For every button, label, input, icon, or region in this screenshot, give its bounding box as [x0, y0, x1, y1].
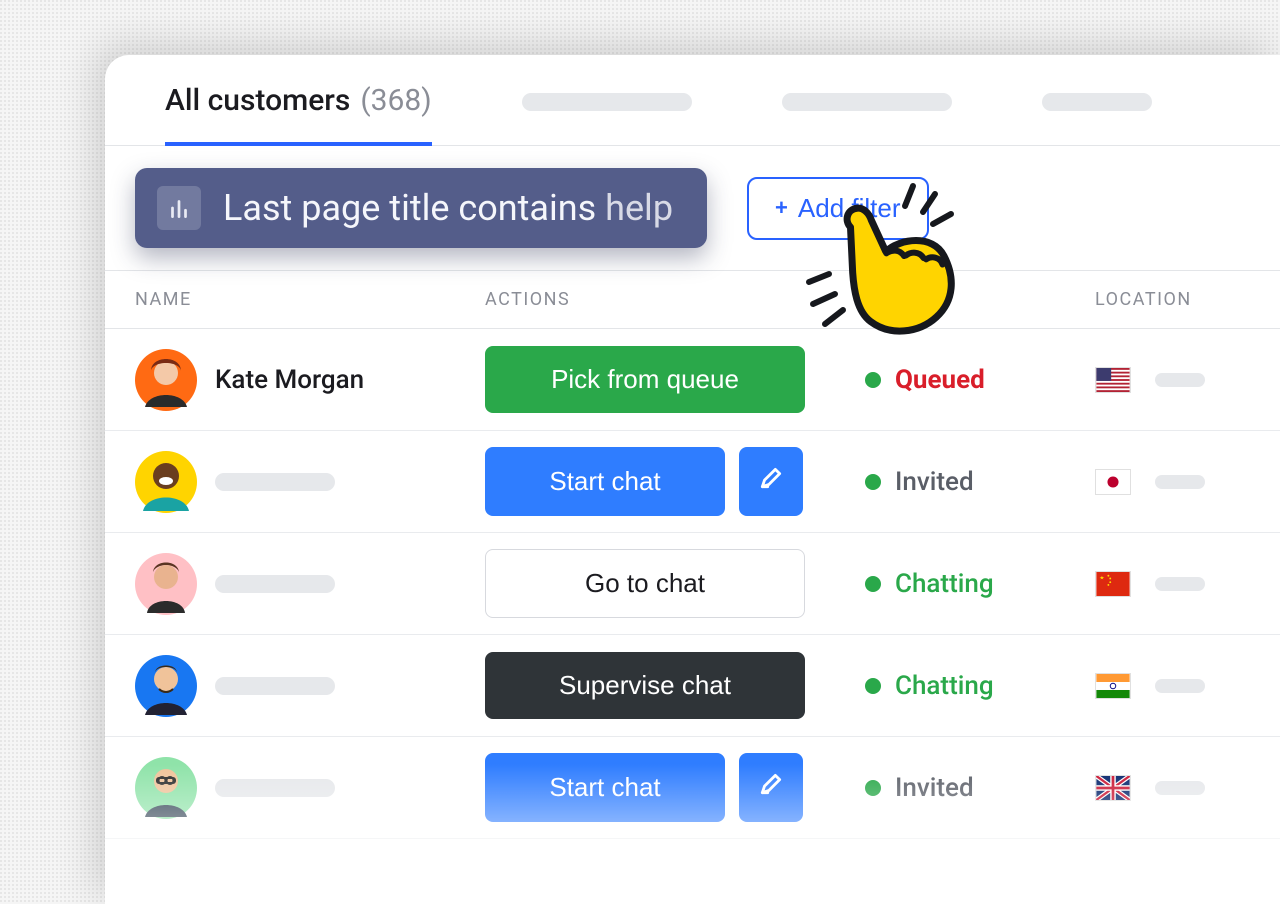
- placeholder: [782, 93, 952, 111]
- placeholder: [215, 677, 335, 695]
- add-filter-button[interactable]: + Add filter: [747, 177, 928, 240]
- add-filter-label: Add filter: [798, 193, 901, 224]
- customers-panel: All customers (368) Last page title cont…: [105, 55, 1280, 904]
- status-label: Queued: [895, 365, 985, 395]
- edit-button[interactable]: [739, 447, 803, 516]
- status-label: Chatting: [895, 569, 994, 599]
- placeholder: [522, 93, 692, 111]
- tab-label: All customers: [165, 83, 350, 118]
- placeholder: [1155, 679, 1205, 693]
- tab-placeholder[interactable]: [782, 93, 952, 135]
- table-row: Start chat Invited: [105, 431, 1280, 533]
- avatar: [135, 655, 197, 717]
- avatar: [135, 349, 197, 411]
- flag-gb-icon: [1095, 775, 1131, 801]
- table-header-row: NAME ACTIONS LOCATION: [105, 271, 1280, 329]
- bar-chart-icon: [157, 186, 201, 230]
- placeholder: [1042, 93, 1152, 111]
- plus-icon: +: [775, 195, 788, 221]
- placeholder: [215, 779, 335, 797]
- placeholder: [1155, 373, 1205, 387]
- avatar: [135, 757, 197, 819]
- col-name: NAME: [135, 289, 485, 310]
- customer-name: Kate Morgan: [215, 365, 364, 395]
- status-label: Chatting: [895, 671, 994, 701]
- pick-from-queue-button[interactable]: Pick from queue: [485, 346, 805, 413]
- table-row: Go to chat Chatting: [105, 533, 1280, 635]
- avatar: [135, 451, 197, 513]
- placeholder: [215, 575, 335, 593]
- status-dot: [865, 372, 881, 388]
- edit-button[interactable]: [739, 753, 803, 822]
- col-actions: ACTIONS: [485, 289, 865, 310]
- flag-us-icon: [1095, 367, 1131, 393]
- filter-chip-prefix: Last page title contains: [223, 187, 596, 229]
- flag-cn-icon: [1095, 571, 1131, 597]
- flag-jp-icon: [1095, 469, 1131, 495]
- tab-placeholder[interactable]: [522, 93, 692, 135]
- tab-count: (368): [360, 83, 431, 118]
- supervise-chat-button[interactable]: Supervise chat: [485, 652, 805, 719]
- status-dot: [865, 678, 881, 694]
- table-row: Supervise chat Chatting: [105, 635, 1280, 737]
- tabs-bar: All customers (368): [105, 55, 1280, 146]
- status-label: Invited: [895, 773, 974, 803]
- go-to-chat-button[interactable]: Go to chat: [485, 549, 805, 618]
- status-dot: [865, 780, 881, 796]
- start-chat-button[interactable]: Start chat: [485, 753, 725, 822]
- tab-all-customers[interactable]: All customers (368): [165, 83, 432, 146]
- placeholder: [1155, 781, 1205, 795]
- table-row: Start chat Invited: [105, 737, 1280, 839]
- filter-chip-last-page-title[interactable]: Last page title contains help: [135, 168, 707, 248]
- filter-chip-param: help: [605, 187, 673, 229]
- placeholder: [1155, 577, 1205, 591]
- start-chat-button[interactable]: Start chat: [485, 447, 725, 516]
- edit-icon: [758, 465, 784, 498]
- status-label: Invited: [895, 467, 974, 497]
- flag-in-icon: [1095, 673, 1131, 699]
- status-dot: [865, 576, 881, 592]
- col-location: LOCATION: [1095, 289, 1250, 310]
- table-row: Kate Morgan Pick from queue Queued: [105, 329, 1280, 431]
- placeholder: [215, 473, 335, 491]
- placeholder: [1155, 475, 1205, 489]
- status-dot: [865, 474, 881, 490]
- filter-row: Last page title contains help + Add filt…: [105, 146, 1280, 271]
- avatar: [135, 553, 197, 615]
- edit-icon: [758, 771, 784, 804]
- tab-placeholder[interactable]: [1042, 93, 1152, 135]
